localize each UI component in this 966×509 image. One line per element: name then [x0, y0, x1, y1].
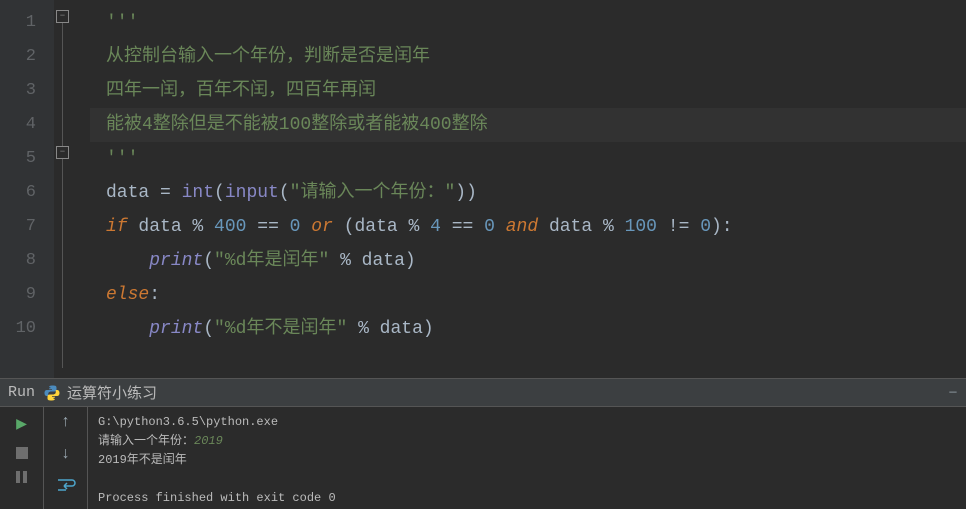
code-token: % data)	[358, 319, 434, 339]
code-token: or	[311, 217, 333, 237]
code-token: ):	[711, 217, 733, 237]
line-number: 2	[0, 40, 54, 74]
run-config-name: 运算符小练习	[67, 382, 157, 403]
line-number: 4	[0, 108, 54, 142]
code-token	[106, 319, 149, 339]
code-token: input	[225, 183, 279, 203]
line-number: 1	[0, 6, 54, 40]
code-token: "%d年是闰年"	[214, 251, 340, 271]
code-editor[interactable]: 1 2 3 4 5 6 7 8 9 10 − − ''' 从控制台输入一个年份，…	[0, 0, 966, 378]
console-blank	[98, 470, 956, 489]
code-token: (	[203, 251, 214, 271]
code-token: ==	[452, 217, 484, 237]
line-number: 10	[0, 312, 54, 346]
console-line: 请输入一个年份：2019	[98, 432, 956, 451]
docstring-line: 四年一闰，百年不闰，四百年再闰	[106, 81, 376, 101]
console-prompt: 请输入一个年份：	[98, 434, 194, 448]
line-number-gutter: 1 2 3 4 5 6 7 8 9 10	[0, 0, 54, 378]
code-token: if	[106, 217, 128, 237]
code-area[interactable]: ''' 从控制台输入一个年份，判断是否是闰年 四年一闰，百年不闰，四百年再闰 能…	[90, 0, 966, 378]
code-token: data %	[138, 217, 214, 237]
code-token: "请输入一个年份："	[290, 183, 456, 203]
code-token: int	[182, 183, 214, 203]
code-token	[106, 251, 149, 271]
console-line: 2019年不是闰年	[98, 451, 956, 470]
code-token: !=	[668, 217, 700, 237]
python-icon	[43, 384, 61, 402]
console-output[interactable]: G:\python3.6.5\python.exe 请输入一个年份：2019 2…	[88, 407, 966, 509]
console-tool-column: ↑ ↓	[44, 407, 88, 509]
fold-end-icon[interactable]: −	[56, 146, 69, 159]
code-token: 0	[290, 217, 312, 237]
docstring-close: '''	[106, 149, 138, 169]
code-token: ))	[455, 183, 477, 203]
code-token: else	[106, 285, 149, 305]
code-token: =	[160, 183, 182, 203]
code-token: print	[149, 251, 203, 271]
line-number: 8	[0, 244, 54, 278]
line-number: 7	[0, 210, 54, 244]
code-token: (	[214, 183, 225, 203]
code-token: (	[203, 319, 214, 339]
code-token: "%d年不是闰年"	[214, 319, 358, 339]
line-number: 6	[0, 176, 54, 210]
fold-start-icon[interactable]: −	[56, 10, 69, 23]
run-label: Run	[8, 384, 35, 401]
console-line: G:\python3.6.5\python.exe	[98, 413, 956, 432]
docstring-open: '''	[106, 13, 138, 33]
line-number: 3	[0, 74, 54, 108]
code-token: 0	[484, 217, 506, 237]
code-token: 4	[430, 217, 452, 237]
soft-wrap-icon[interactable]	[56, 477, 76, 493]
console-exit-line: Process finished with exit code 0	[98, 489, 956, 508]
line-number: 9	[0, 278, 54, 312]
scroll-up-icon[interactable]: ↑	[61, 413, 71, 431]
code-token: 400	[214, 217, 257, 237]
run-panel: ▶ ↑ ↓ G:\python3.6.5\python.exe 请输入一个年份：…	[0, 406, 966, 509]
docstring-line: 能被4整除但是不能被100整除或者能被400整除	[106, 115, 488, 135]
code-token: ==	[257, 217, 289, 237]
run-toolwindow-header[interactable]: Run 运算符小练习	[0, 378, 966, 406]
rerun-button[interactable]: ▶	[16, 413, 27, 435]
code-token: data %	[538, 217, 624, 237]
code-token: 0	[700, 217, 711, 237]
console-user-input: 2019	[194, 434, 223, 448]
code-token: and	[506, 217, 538, 237]
code-token: :	[149, 285, 160, 305]
code-token: print	[149, 319, 203, 339]
fold-column: − −	[54, 0, 90, 378]
run-tool-column: ▶	[0, 407, 44, 509]
stop-button[interactable]	[16, 447, 28, 459]
pause-button[interactable]	[16, 471, 27, 483]
code-token: (data %	[333, 217, 430, 237]
code-token	[128, 217, 139, 237]
docstring-line: 从控制台输入一个年份，判断是否是闰年	[106, 47, 430, 67]
code-token: 100	[625, 217, 668, 237]
code-token: (	[279, 183, 290, 203]
line-number: 5	[0, 142, 54, 176]
code-token: % data)	[340, 251, 416, 271]
scroll-down-icon[interactable]: ↓	[61, 445, 71, 463]
code-token: data	[106, 183, 160, 203]
hide-panel-icon[interactable]: —	[946, 385, 960, 399]
